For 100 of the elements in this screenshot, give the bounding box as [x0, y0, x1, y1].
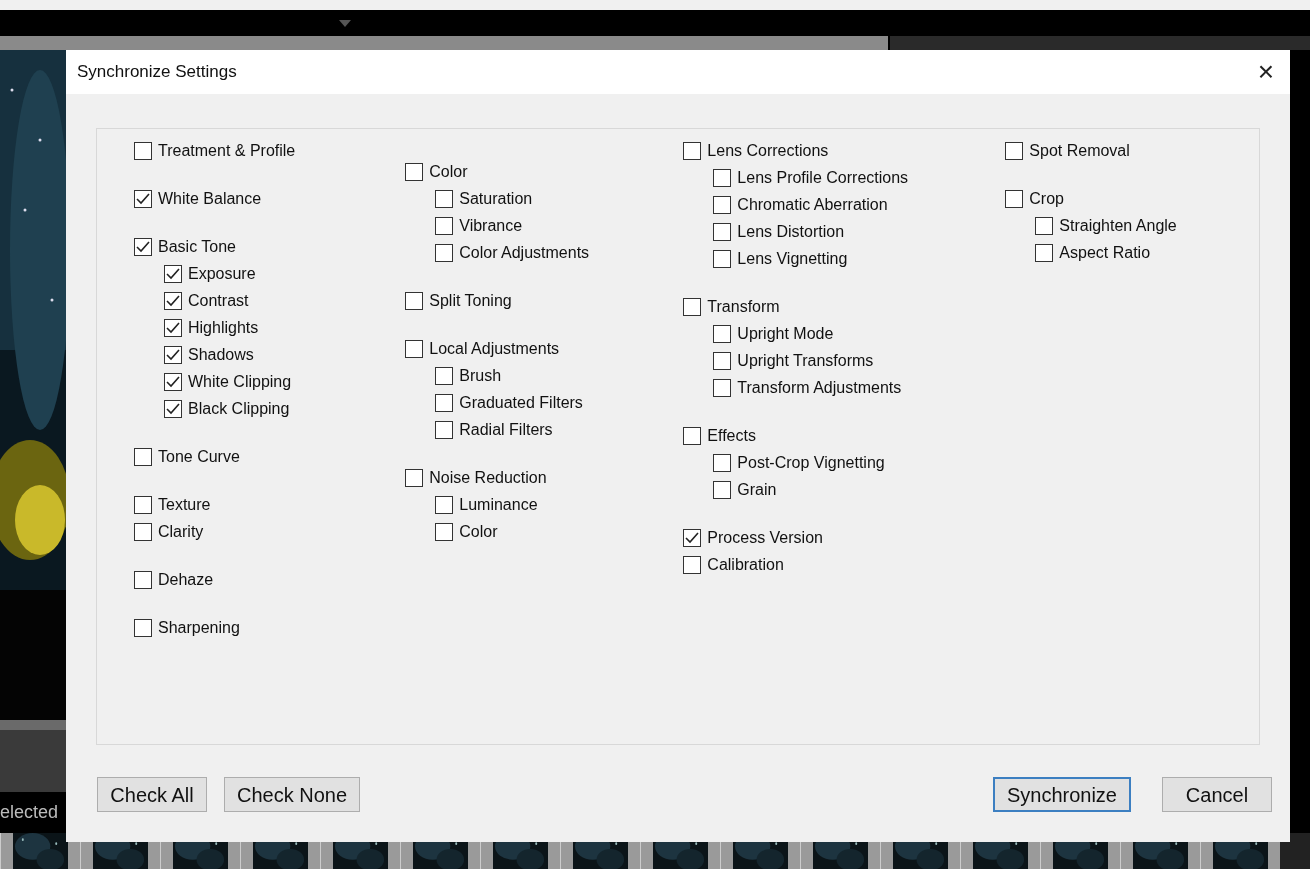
checkbox[interactable]: [435, 522, 454, 541]
checkbox-label: Saturation: [459, 188, 533, 209]
checkbox[interactable]: [435, 189, 454, 208]
checkbox[interactable]: [1005, 141, 1024, 160]
checkbox[interactable]: [134, 618, 152, 637]
check-icon: [166, 375, 180, 388]
checkbox[interactable]: [1005, 189, 1024, 208]
checkbox[interactable]: [164, 399, 182, 418]
checkbox-label: Sharpening: [158, 617, 240, 638]
checkbox-label: Tone Curve: [158, 446, 240, 467]
checkbox[interactable]: [405, 162, 424, 181]
dialog-title: Synchronize Settings: [77, 61, 237, 84]
checkbox[interactable]: [1035, 216, 1054, 235]
checkbox-label: Lens Corrections: [707, 140, 829, 161]
check-icon: [685, 531, 700, 544]
checkbox-label: Grain: [737, 479, 777, 500]
checkbox[interactable]: [435, 243, 454, 262]
check-icon: [136, 240, 150, 253]
checkbox[interactable]: [683, 297, 702, 316]
checkbox[interactable]: [713, 378, 732, 397]
checkbox[interactable]: [164, 291, 182, 310]
checkbox-label: Straighten Angle: [1059, 215, 1177, 236]
checkbox-label: Upright Transforms: [737, 350, 874, 371]
dialog-button[interactable]: Check None: [224, 777, 361, 812]
checkbox-label: Color: [429, 161, 468, 182]
check-icon: [166, 294, 180, 307]
checkbox-label: Chromatic Aberration: [737, 194, 888, 215]
checkbox[interactable]: [713, 168, 732, 187]
dialog-button[interactable]: Cancel: [1162, 777, 1272, 812]
checkbox-label: Noise Reduction: [429, 467, 547, 488]
checkbox[interactable]: [164, 264, 182, 283]
checkbox[interactable]: [134, 447, 152, 466]
checkbox-label: Post-Crop Vignetting: [737, 452, 885, 473]
checkbox-label: Brush: [459, 365, 502, 386]
toolbar-panel: [0, 720, 66, 792]
check-icon: [166, 267, 180, 280]
checkbox[interactable]: [713, 249, 732, 268]
checkbox-label: Crop: [1029, 188, 1064, 209]
checkbox[interactable]: [405, 339, 424, 358]
checkbox-label: Exposure: [188, 263, 256, 284]
checkbox-label: Transform Adjustments: [737, 377, 902, 398]
check-icon: [166, 321, 180, 334]
checkbox[interactable]: [713, 324, 732, 343]
checkbox[interactable]: [713, 453, 732, 472]
checkbox[interactable]: [435, 393, 454, 412]
checkbox[interactable]: [683, 426, 702, 445]
checkbox[interactable]: [435, 366, 454, 385]
check-icon: [166, 348, 180, 361]
checkbox-label: Luminance: [459, 494, 538, 515]
checkbox[interactable]: [683, 141, 702, 160]
checkbox-label: Color Adjustments: [459, 242, 590, 263]
checkbox[interactable]: [683, 528, 702, 547]
checkbox-label: Clarity: [158, 521, 204, 542]
checkbox-label: Vibrance: [459, 215, 523, 236]
checkbox-label: Lens Vignetting: [737, 248, 848, 269]
checkbox[interactable]: [164, 372, 182, 391]
checkbox[interactable]: [405, 291, 424, 310]
checkbox-label: Dehaze: [158, 569, 214, 590]
checkbox-label: Highlights: [188, 317, 259, 338]
checkbox-label: White Clipping: [188, 371, 292, 392]
check-icon: [136, 192, 150, 205]
checkbox[interactable]: [405, 468, 424, 487]
checkbox[interactable]: [713, 351, 732, 370]
checkbox[interactable]: [713, 480, 732, 499]
checkbox[interactable]: [683, 555, 702, 574]
check-icon: [166, 402, 180, 415]
checkbox[interactable]: [713, 222, 732, 241]
checkbox-label: Split Toning: [429, 290, 512, 311]
checkbox-label: Basic Tone: [158, 236, 236, 257]
checkbox-label: Black Clipping: [188, 398, 290, 419]
checkbox[interactable]: [134, 570, 152, 589]
checkbox[interactable]: [164, 345, 182, 364]
checkbox-label: Shadows: [188, 344, 254, 365]
triangle-icon[interactable]: [339, 19, 351, 27]
checkbox[interactable]: [164, 318, 182, 337]
checkbox[interactable]: [1035, 243, 1054, 262]
checkbox[interactable]: [435, 495, 454, 514]
checkbox[interactable]: [713, 195, 732, 214]
checkbox-label: Lens Profile Corrections: [737, 167, 909, 188]
checkbox-label: White Balance: [158, 188, 262, 209]
checkbox-label: Color: [459, 521, 498, 542]
dialog-button[interactable]: Synchronize: [992, 777, 1131, 812]
checkbox[interactable]: [134, 237, 152, 256]
checkbox[interactable]: [134, 189, 152, 208]
checkbox-label: Process Version: [707, 527, 823, 548]
checkbox[interactable]: [134, 522, 152, 541]
checkbox-label: Contrast: [188, 290, 249, 311]
checkbox[interactable]: [435, 216, 454, 235]
checkbox-label: Lens Distortion: [737, 221, 845, 242]
checkbox[interactable]: [435, 420, 454, 439]
checkbox[interactable]: [134, 141, 152, 160]
checkbox-label: Graduated Filters: [459, 392, 583, 413]
close-button[interactable]: ×: [1250, 56, 1282, 88]
checkbox-label: Effects: [707, 425, 756, 446]
checkbox-label: Spot Removal: [1029, 140, 1130, 161]
checkbox[interactable]: [134, 495, 152, 514]
checkbox-label: Treatment & Profile: [158, 140, 296, 161]
dialog-button[interactable]: Check All: [97, 777, 207, 812]
status-text: elected: [0, 801, 59, 824]
checkbox-label: Upright Mode: [737, 323, 834, 344]
